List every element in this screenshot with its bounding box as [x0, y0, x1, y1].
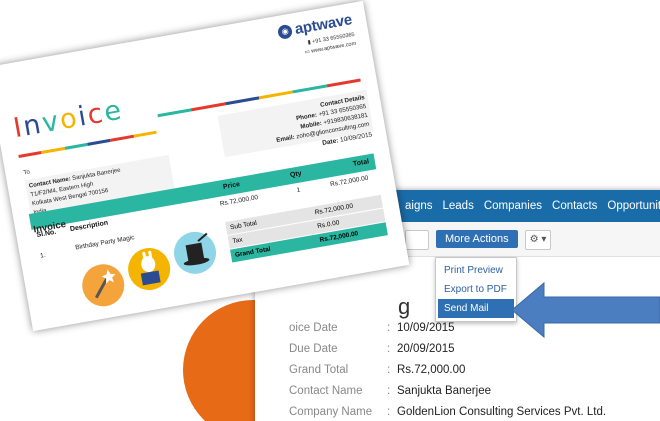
col-qty: Qty: [289, 170, 303, 180]
aptwave-logo-icon: ◉: [277, 23, 294, 40]
detail-value: Rs.72,000.00: [397, 364, 466, 376]
date-label: Date:: [321, 137, 339, 148]
menu-item-print-preview[interactable]: Print Preview: [438, 261, 514, 280]
grand-total-label: Grand Total: [234, 245, 272, 259]
detail-value[interactable]: GoldenLion Consulting Services Pvt. Ltd.: [397, 406, 606, 418]
cell-total: Rs.72,000.00: [329, 174, 369, 189]
detail-colon: :: [387, 343, 391, 355]
cell-slno: 1.: [39, 251, 47, 260]
detail-row-due-date: Due Date : 20/09/2015: [289, 343, 455, 355]
email-label: Email:: [275, 133, 296, 144]
detail-row-invoice-date: oice Date : 10/09/2015: [289, 322, 455, 334]
title-letter: e: [101, 94, 126, 129]
more-actions-dropdown: Print Preview Export to PDF Send Mail: [435, 257, 517, 322]
tax-label: Tax: [232, 236, 244, 246]
detail-colon: :: [387, 364, 391, 376]
detail-row-company-name: Company Name : GoldenLion Consulting Ser…: [289, 406, 606, 418]
pointer-arrow-icon: [512, 281, 660, 339]
nav-item-campaigns[interactable]: aigns: [405, 200, 433, 212]
tax-value: Rs.0.00: [316, 219, 341, 231]
cell-qty: 1: [296, 186, 301, 195]
nav-item-opportunities[interactable]: Opportunities: [607, 200, 660, 212]
more-actions-button[interactable]: More Actions: [436, 230, 518, 248]
detail-row-grand-total: Grand Total : Rs.72,000.00: [289, 364, 465, 376]
detail-label: oice Date: [289, 322, 338, 334]
detail-label: Due Date: [289, 343, 338, 355]
detail-colon: :: [387, 406, 391, 418]
magic-wand-icon: [78, 260, 128, 310]
detail-label: Company Name: [289, 406, 373, 418]
col-total: Total: [352, 158, 370, 168]
nav-item-leads[interactable]: Leads: [443, 200, 474, 212]
to-label: To: [23, 169, 31, 177]
grand-total-value: Rs.72,000.00: [319, 230, 359, 244]
detail-label: Grand Total: [289, 364, 349, 376]
cell-description: Birthday Party Magic: [74, 234, 136, 252]
nav-item-contacts[interactable]: Contacts: [552, 200, 597, 212]
record-heading-fragment: g: [398, 294, 411, 319]
subtotal-label: Sub Total: [229, 219, 258, 232]
detail-colon: :: [387, 322, 391, 334]
gear-menu-button[interactable]: ⚙ ▾: [525, 230, 551, 250]
magic-hat-icon: [170, 228, 220, 278]
detail-colon: :: [387, 385, 391, 397]
col-price: Price: [222, 181, 241, 191]
detail-row-contact-name: Contact Name : Sanjukta Banerjee: [289, 385, 491, 397]
cell-price: Rs.72,000.00: [219, 194, 259, 208]
composite-scene: aigns Leads Companies Contacts Opportuni…: [0, 0, 660, 421]
invoice-title: Invoice: [11, 94, 125, 144]
menu-item-send-mail[interactable]: Send Mail: [438, 299, 514, 318]
detail-value: 10/09/2015: [397, 322, 455, 334]
menu-item-export-pdf[interactable]: Export to PDF: [438, 280, 514, 299]
detail-label: Contact Name: [289, 385, 363, 397]
rabbit-in-hat-icon: [124, 244, 174, 294]
nav-item-companies[interactable]: Companies: [484, 200, 542, 212]
detail-value: 20/09/2015: [397, 343, 455, 355]
toolbar-button[interactable]: [405, 230, 429, 250]
detail-value[interactable]: Sanjukta Banerjee: [397, 385, 491, 397]
